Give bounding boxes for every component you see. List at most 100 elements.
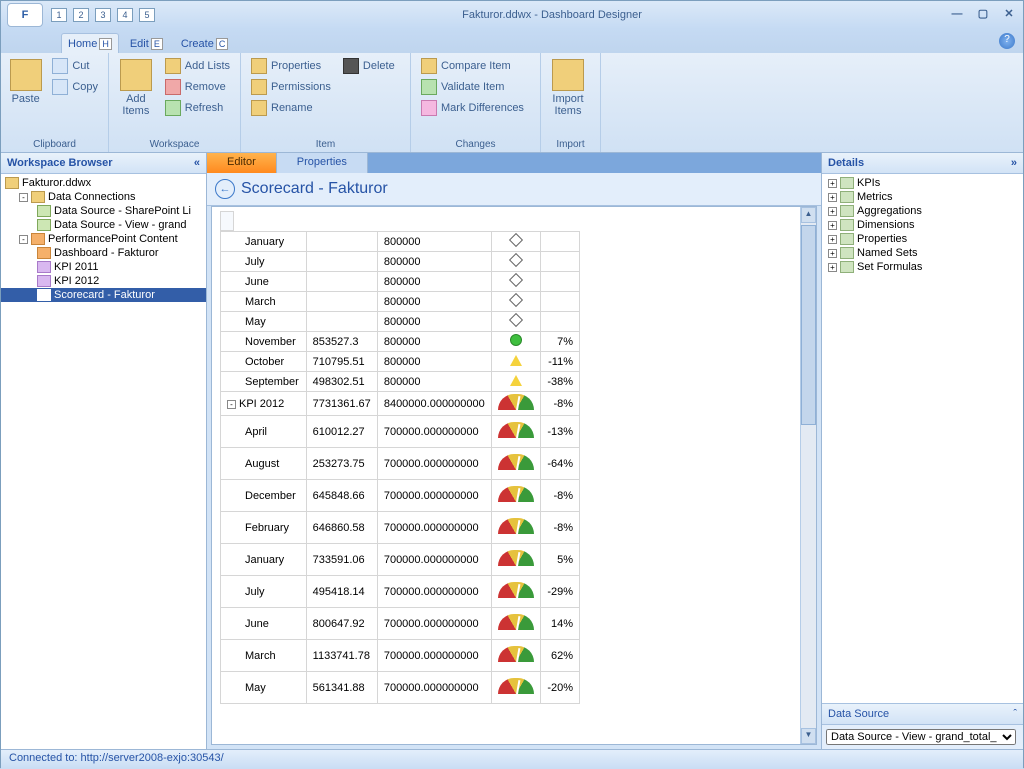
table-row[interactable]: July800000 <box>221 252 580 272</box>
tree-dashboard-fakturor[interactable]: Dashboard - Fakturor <box>1 246 206 260</box>
table-row[interactable]: January733591.06700000.0000000005% <box>221 544 580 576</box>
scorecard-table[interactable]: January800000July800000June800000March80… <box>220 231 580 704</box>
table-row[interactable]: March800000 <box>221 292 580 312</box>
details-node[interactable]: +Dimensions <box>822 218 1023 232</box>
mark-differences-button[interactable]: Mark Differences <box>417 99 528 117</box>
compare-item-button[interactable]: Compare Item <box>417 57 528 75</box>
tree-root[interactable]: Fakturor.ddwx <box>1 176 206 190</box>
scroll-down-icon[interactable]: ▼ <box>801 728 816 744</box>
copy-button[interactable]: Copy <box>48 78 102 96</box>
table-row[interactable]: November853527.38000007% <box>221 332 580 352</box>
back-button[interactable]: ← <box>215 179 235 199</box>
delete-button[interactable]: Delete <box>339 57 399 75</box>
row-value: 1133741.78 <box>306 640 377 672</box>
tree-kpi-2011[interactable]: KPI 2011 <box>1 260 206 274</box>
details-node[interactable]: +Metrics <box>822 190 1023 204</box>
import-items-button[interactable]: Import Items <box>547 57 589 119</box>
tree-pp-content[interactable]: -PerformancePoint Content <box>1 232 206 246</box>
details-node[interactable]: +Aggregations <box>822 204 1023 218</box>
app-menu-button[interactable]: F <box>7 3 43 27</box>
table-row[interactable]: February646860.58700000.000000000-8% <box>221 512 580 544</box>
qat-3[interactable]: 3 <box>95 8 111 22</box>
grid-corner <box>220 211 234 231</box>
table-row-kpi2012[interactable]: -KPI 20127731361.678400000.000000000-8% <box>221 392 580 416</box>
table-row[interactable]: July495418.14700000.000000000-29% <box>221 576 580 608</box>
validate-item-button[interactable]: Validate Item <box>417 78 528 96</box>
table-row[interactable]: June800647.92700000.00000000014% <box>221 608 580 640</box>
tab-edit[interactable]: EditE <box>123 33 170 53</box>
expand-right-icon[interactable]: » <box>1011 157 1017 169</box>
details-node[interactable]: +Properties <box>822 232 1023 246</box>
minus-icon[interactable]: - <box>19 235 28 244</box>
plus-icon[interactable]: + <box>828 207 837 216</box>
table-row[interactable]: June800000 <box>221 272 580 292</box>
qat-2[interactable]: 2 <box>73 8 89 22</box>
workspace-tree[interactable]: Fakturor.ddwx -Data Connections Data Sou… <box>1 174 206 749</box>
table-row[interactable]: October710795.51800000-11% <box>221 352 580 372</box>
plus-icon[interactable]: + <box>828 263 837 272</box>
help-button[interactable]: ? <box>999 33 1015 49</box>
vertical-scrollbar[interactable]: ▲ ▼ <box>800 207 816 744</box>
collapse-ds-icon[interactable]: ˆ <box>1013 708 1017 720</box>
table-row[interactable]: January800000 <box>221 232 580 252</box>
copy-icon <box>52 79 68 95</box>
paste-button[interactable]: Paste <box>7 57 44 107</box>
row-name: January <box>221 544 307 576</box>
gauge-indicator-icon <box>498 518 534 534</box>
table-row[interactable]: August253273.75700000.000000000-64% <box>221 448 580 480</box>
table-row[interactable]: March1133741.78700000.00000000062% <box>221 640 580 672</box>
tab-home[interactable]: HomeH <box>61 33 119 53</box>
row-indicator <box>492 232 541 252</box>
plus-icon[interactable]: + <box>828 179 837 188</box>
details-node[interactable]: +Named Sets <box>822 246 1023 260</box>
tab-create[interactable]: CreateC <box>174 33 236 53</box>
tree-ds-view-grand[interactable]: Data Source - View - grand <box>1 218 206 232</box>
tree-data-connections[interactable]: -Data Connections <box>1 190 206 204</box>
details-tree[interactable]: +KPIs+Metrics+Aggregations+Dimensions+Pr… <box>822 174 1023 703</box>
tab-editor[interactable]: Editor <box>207 153 277 173</box>
cut-button[interactable]: Cut <box>48 57 102 75</box>
add-items-icon <box>120 59 152 91</box>
scroll-up-icon[interactable]: ▲ <box>801 207 816 223</box>
details-item-icon <box>840 177 854 189</box>
tree-ds-sharepoint[interactable]: Data Source - SharePoint Li <box>1 204 206 218</box>
group-import: Import Items Import <box>541 53 601 152</box>
minus-icon[interactable]: - <box>227 400 236 409</box>
table-row[interactable]: May800000 <box>221 312 580 332</box>
group-clipboard: Paste Cut Copy Clipboard <box>1 53 109 152</box>
table-row[interactable]: September498302.51800000-38% <box>221 372 580 392</box>
table-row[interactable]: May561341.88700000.000000000-20% <box>221 672 580 704</box>
qat-5[interactable]: 5 <box>139 8 155 22</box>
row-value: 800647.92 <box>306 608 377 640</box>
plus-icon[interactable]: + <box>828 193 837 202</box>
row-target: 800000 <box>377 332 491 352</box>
tree-scorecard-fakturor[interactable]: Scorecard - Fakturor <box>1 288 206 302</box>
add-items-button[interactable]: Add Items <box>115 57 157 119</box>
details-node[interactable]: +Set Formulas <box>822 260 1023 274</box>
row-target: 800000 <box>377 372 491 392</box>
add-lists-button[interactable]: Add Lists <box>161 57 234 75</box>
qat-1[interactable]: 1 <box>51 8 67 22</box>
details-node[interactable]: +KPIs <box>822 176 1023 190</box>
table-row[interactable]: December645848.66700000.000000000-8% <box>221 480 580 512</box>
plus-icon[interactable]: + <box>828 249 837 258</box>
permissions-button[interactable]: Permissions <box>247 78 335 96</box>
data-source-select[interactable]: Data Source - View - grand_total_ <box>826 729 1016 745</box>
close-button[interactable]: ✕ <box>1001 8 1017 22</box>
qat-4[interactable]: 4 <box>117 8 133 22</box>
tab-properties-center[interactable]: Properties <box>277 153 368 173</box>
refresh-button[interactable]: Refresh <box>161 99 234 117</box>
tree-kpi-2012[interactable]: KPI 2012 <box>1 274 206 288</box>
table-row[interactable]: April610012.27700000.000000000-13% <box>221 416 580 448</box>
properties-button[interactable]: Properties <box>247 57 335 75</box>
maximize-button[interactable]: ▢ <box>975 8 991 22</box>
rename-icon <box>251 100 267 116</box>
collapse-left-icon[interactable]: « <box>194 157 200 169</box>
rename-button[interactable]: Rename <box>247 99 335 117</box>
plus-icon[interactable]: + <box>828 235 837 244</box>
minus-icon[interactable]: - <box>19 193 28 202</box>
remove-button[interactable]: Remove <box>161 78 234 96</box>
minimize-button[interactable]: — <box>949 8 965 22</box>
scroll-thumb[interactable] <box>801 225 816 425</box>
plus-icon[interactable]: + <box>828 221 837 230</box>
